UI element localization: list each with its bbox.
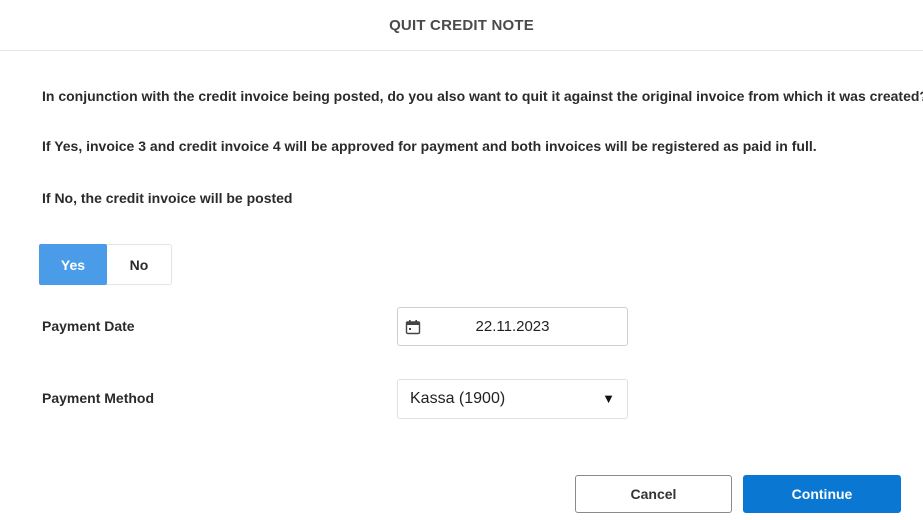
payment-date-value: 22.11.2023 — [475, 318, 550, 335]
continue-button[interactable]: Continue — [743, 475, 901, 513]
cancel-button[interactable]: Cancel — [575, 475, 732, 513]
payment-date-field[interactable]: 22.11.2023 — [397, 307, 628, 346]
message-question: In conjunction with the credit invoice b… — [42, 88, 923, 104]
chevron-down-icon[interactable]: ▼ — [602, 391, 615, 406]
dialog-header: QUIT CREDIT NOTE — [0, 0, 923, 51]
quit-credit-note-dialog: QUIT CREDIT NOTE In conjunction with the… — [0, 0, 923, 520]
calendar-icon[interactable] — [405, 319, 421, 335]
message-if-yes: If Yes, invoice 3 and credit invoice 4 w… — [42, 138, 817, 154]
no-button[interactable]: No — [107, 245, 171, 284]
yes-no-toggle: Yes No — [39, 244, 172, 285]
dialog-title: QUIT CREDIT NOTE — [389, 16, 534, 34]
payment-method-label: Payment Method — [42, 390, 155, 406]
payment-method-value: Kassa (1900) — [410, 390, 506, 407]
payment-method-select[interactable]: Kassa (1900) ▼ — [397, 379, 628, 419]
payment-date-label: Payment Date — [42, 318, 135, 334]
yes-button[interactable]: Yes — [39, 244, 107, 285]
message-if-no: If No, the credit invoice will be posted — [42, 190, 293, 206]
